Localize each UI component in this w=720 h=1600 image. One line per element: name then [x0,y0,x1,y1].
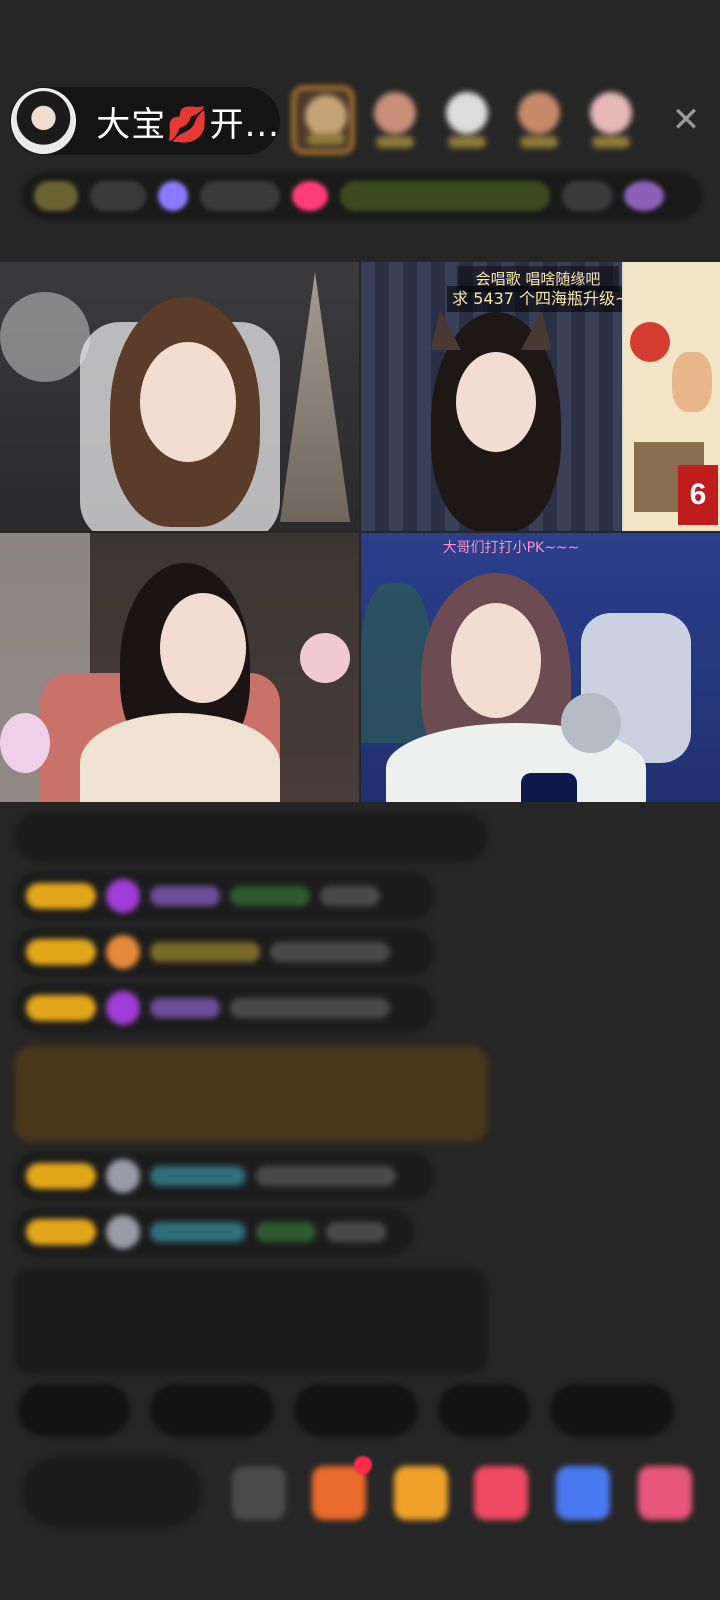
chat-message[interactable] [14,984,434,1032]
quick-reply-button[interactable] [18,1384,130,1436]
poster-figure [630,322,670,362]
rank-chip[interactable] [34,181,78,211]
info-chip [562,181,612,211]
chat-username[interactable] [150,1222,246,1242]
level-badge [26,939,96,965]
video-tile-4[interactable]: 大哥们打打小PK~~~ [361,533,720,802]
avatar [106,1159,140,1193]
cat-plush-decoration [561,693,621,753]
host-name: 大宝💋开... [96,104,280,145]
level-badge [26,883,96,909]
video-tile-3[interactable] [0,533,359,802]
chat-highlight-message[interactable] [14,1046,488,1142]
streamer-face [456,352,536,452]
close-icon[interactable]: ✕ [668,102,704,138]
chat-text [320,886,380,906]
poster-number: 6 [678,465,718,525]
chat-text [326,1222,386,1242]
chat-message[interactable] [14,928,434,976]
host-avatar[interactable] [11,88,77,154]
notification-dot [354,1456,372,1474]
gem-icon [158,181,188,211]
info-chip [90,181,146,211]
gem-icon [106,991,140,1025]
video-tile-2[interactable]: 会唱歌 唱啥随缘吧 求 5437 个四海瓶升级~~ 6 [361,262,720,531]
gift-icon[interactable] [394,1466,448,1520]
poster-figure [672,352,712,412]
heart-icon[interactable] [474,1466,528,1520]
chat-system-message [14,812,488,862]
microphone [521,773,577,802]
quick-reply-button[interactable] [550,1384,674,1436]
streamer-body [80,713,280,802]
viewer-avatar[interactable] [364,86,426,154]
chat-message[interactable] [14,1208,414,1256]
gift-icon[interactable] [624,181,664,211]
more-icon[interactable] [232,1466,286,1520]
level-badge [26,995,96,1021]
chat-username[interactable] [150,998,220,1018]
chat-text [256,1166,396,1186]
gem-icon [106,879,140,913]
plant-decoration [361,583,431,743]
quick-reply-button[interactable] [438,1384,530,1436]
chat-username[interactable] [150,886,220,906]
chat-target [230,886,310,906]
chat-notice-message [14,1268,488,1374]
box-icon[interactable] [638,1466,692,1520]
chat-text [230,998,390,1018]
streamer-face [160,593,246,703]
top-viewers-list [292,86,642,154]
info-chip [200,181,280,211]
level-badge [26,1219,96,1245]
viewer-avatar[interactable] [508,86,570,154]
quick-reply-button[interactable] [294,1384,418,1436]
game-icon[interactable] [556,1466,610,1520]
chat-username[interactable] [150,1166,246,1186]
viewer-avatar[interactable] [436,86,498,154]
video-grid: 会唱歌 唱啥随缘吧 求 5437 个四海瓶升级~~ 6 大哥们打打小PK~~~ [0,262,720,802]
tree-decoration [280,272,350,522]
pk-caption: 大哥们打打小PK~~~ [442,540,580,556]
heart-icon[interactable] [292,181,328,211]
streamer-face [140,342,236,462]
chandelier-decoration [0,292,90,382]
level-badge [26,1163,96,1189]
flower-decoration [300,633,350,683]
comment-input[interactable] [22,1456,202,1528]
marquee-chip [340,181,550,211]
viewer-avatar[interactable] [580,86,642,154]
quick-reply-row [18,1384,674,1436]
chat-text [270,942,390,962]
streamer-face [451,603,541,718]
chat-target [256,1222,316,1242]
bottom-action-bar [22,1456,712,1532]
chat-username[interactable] [150,942,260,962]
chat-message[interactable] [14,1152,434,1200]
viewer-avatar[interactable] [292,86,354,154]
video-tile-1[interactable] [0,262,359,531]
shop-icon[interactable] [312,1466,366,1520]
flower-decoration [0,713,50,773]
chat-message[interactable] [14,872,434,920]
gem-icon [106,935,140,969]
quick-reply-button[interactable] [150,1384,274,1436]
stream-caption-line2: 求 5437 个四海瓶升级~~ [447,286,647,312]
host-info-pill[interactable]: 大宝💋开... [10,87,280,155]
avatar [106,1215,140,1249]
room-info-bar[interactable] [22,172,702,220]
fortune-poster: 6 [622,262,720,531]
